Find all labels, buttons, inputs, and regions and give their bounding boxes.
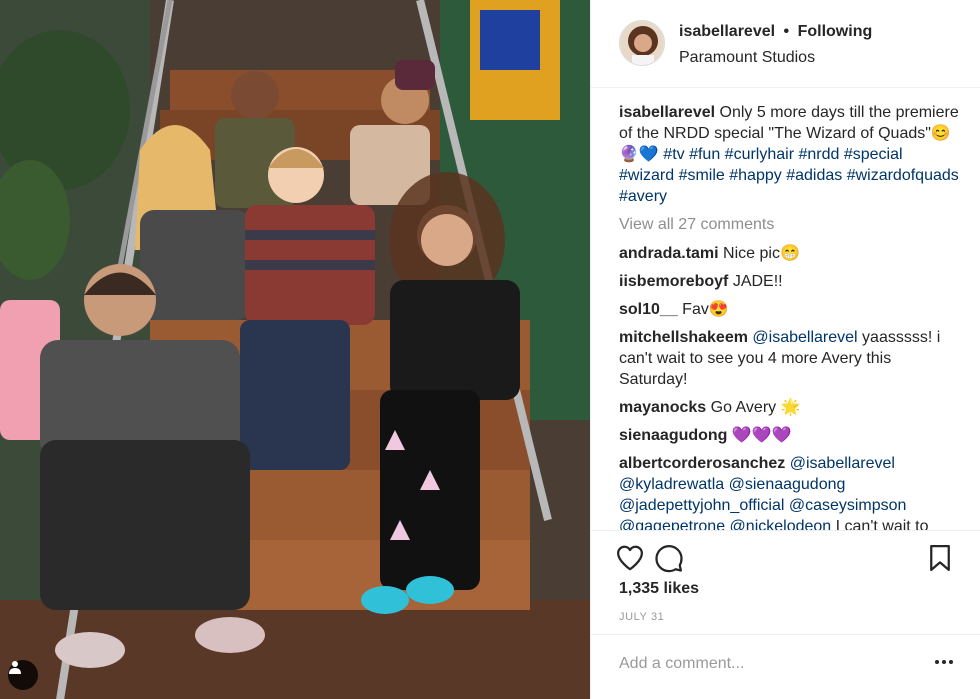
- comment-item: andrada.tami Nice pic😁: [619, 243, 959, 264]
- tagged-people-button[interactable]: [8, 660, 38, 690]
- comment-username[interactable]: sienaagudong: [619, 427, 727, 444]
- comment-item: sienaagudong 💜💜💜: [619, 425, 959, 446]
- comment-text: Fav😍: [682, 301, 729, 318]
- instagram-post: isabellarevel • Following Paramount Stud…: [0, 0, 980, 699]
- comment-text: I can't wait to: [831, 518, 929, 530]
- comment-item: iisbemoreboyf JADE!!: [619, 271, 959, 292]
- photo-illustration: [0, 0, 590, 699]
- view-all-comments-link[interactable]: View all 27 comments: [619, 214, 959, 235]
- post-photo[interactable]: [0, 0, 590, 699]
- comment-username[interactable]: sol10__: [619, 301, 678, 318]
- caption-hashtags[interactable]: #tv #fun #curlyhair #nrdd #special #wiza…: [619, 146, 959, 205]
- post-sidebar: isabellarevel • Following Paramount Stud…: [590, 0, 980, 699]
- comment-item: mayanocks Go Avery 🌟: [619, 397, 959, 418]
- comment-button[interactable]: [654, 543, 684, 573]
- person-icon: [9, 661, 21, 674]
- comment-icon: [655, 545, 683, 573]
- save-button[interactable]: [925, 543, 955, 573]
- post-header: isabellarevel • Following Paramount Stud…: [591, 0, 980, 88]
- likes-count[interactable]: 1,335 likes: [619, 580, 699, 598]
- comment-item: sol10__ Fav😍: [619, 299, 959, 320]
- comment-username[interactable]: albertcorderosanchez: [619, 455, 785, 472]
- comment-username[interactable]: mitchellshakeem: [619, 329, 748, 346]
- ellipsis-dot: [935, 660, 939, 664]
- more-options-button[interactable]: [935, 656, 955, 668]
- comment-username[interactable]: iisbemoreboyf: [619, 273, 728, 290]
- ellipsis-dot: [942, 660, 946, 664]
- add-comment-input[interactable]: [619, 653, 909, 675]
- comment-item: mitchellshakeem @isabellarevel yaasssss!…: [619, 327, 959, 390]
- comment-username[interactable]: andrada.tami: [619, 245, 719, 262]
- header-username[interactable]: isabellarevel: [679, 23, 775, 40]
- following-button[interactable]: Following: [798, 23, 873, 40]
- bookmark-icon: [930, 545, 950, 571]
- location-link[interactable]: Paramount Studios: [679, 49, 815, 67]
- avatar[interactable]: [619, 20, 665, 66]
- ellipsis-dot: [949, 660, 953, 664]
- add-comment-bar: [591, 634, 980, 691]
- caption: isabellarevel Only 5 more days till the …: [619, 102, 959, 207]
- comment-text: JADE!!: [732, 273, 783, 290]
- avatar-image: [620, 21, 664, 65]
- heart-icon: [617, 545, 643, 571]
- comment-text: Nice pic😁: [723, 245, 800, 262]
- header-separator: •: [783, 23, 790, 40]
- comment-username[interactable]: mayanocks: [619, 399, 706, 416]
- header-user-line: isabellarevel • Following: [679, 23, 872, 41]
- comment-text: Go Avery 🌟: [710, 399, 801, 416]
- post-actions: 1,335 likes JULY 31: [591, 530, 980, 690]
- comment-mention[interactable]: @isabellarevel: [752, 329, 857, 346]
- comments-section: isabellarevel Only 5 more days till the …: [619, 102, 959, 530]
- comment-text: 💜💜💜: [731, 427, 792, 444]
- caption-username[interactable]: isabellarevel: [619, 104, 715, 121]
- comment-item: albertcorderosanchez @isabellarevel @kyl…: [619, 453, 959, 530]
- post-date: JULY 31: [619, 611, 665, 623]
- like-button[interactable]: [615, 543, 645, 573]
